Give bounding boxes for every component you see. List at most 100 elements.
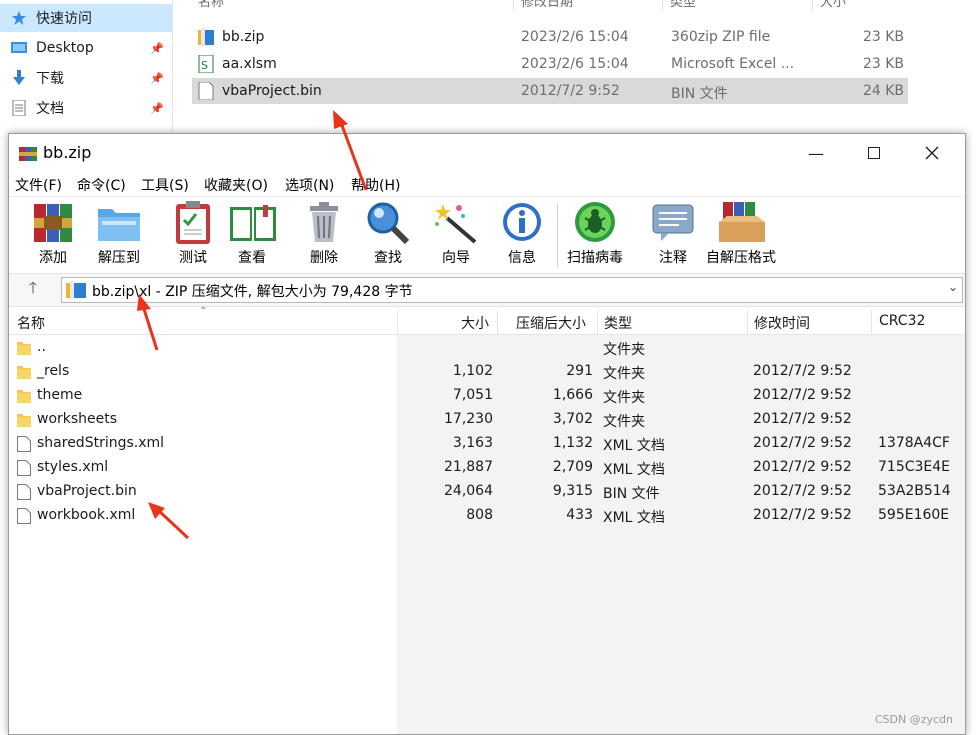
pin-icon[interactable]: 📌 [150,72,164,85]
column-divider[interactable] [871,310,872,334]
cell-modified: 2012/7/2 9:52 [753,459,852,475]
file-row[interactable]: S aa.xlsm 2023/2/6 15:04 Microsoft Excel… [192,51,908,77]
column-divider[interactable] [812,0,813,12]
cell-name: sharedStrings.xml [37,435,165,451]
info-button[interactable]: 信息 [498,199,546,269]
add-button[interactable]: 添加 [29,199,77,269]
file-row[interactable]: styles.xml 21,887 2,709 XML 文档 2012/7/2 9:52… [9,456,965,480]
file-row[interactable]: bb.zip 2023/2/6 15:04 360zip ZIP file 23… [192,24,908,50]
folder-row[interactable]: .. 文件夹 [9,336,965,360]
virus-scan-button[interactable]: 扫描病毒 [567,199,623,269]
file-icon [17,460,31,476]
column-divider[interactable] [397,310,398,334]
sfx-button[interactable]: 自解压格式 [706,199,776,269]
cell-type: 文件夹 [603,342,645,358]
column-header-type[interactable]: 类型 [670,0,696,10]
file-size: 23 KB [862,56,904,72]
winrar-icon [19,144,37,162]
column-header-crc[interactable]: CRC32 [879,313,925,329]
folder-row[interactable]: theme 7,051 1,666 文件夹 2012/7/2 9:52 [9,384,965,408]
delete-button[interactable]: 删除 [300,199,348,269]
sfx-box-icon [717,199,765,245]
column-header-modified[interactable]: 修改时间 [754,313,810,333]
pane-divider [172,0,173,140]
menu-file[interactable]: 文件(F) [15,175,62,195]
file-list-header: 名称 修改日期 类型 大小 [190,0,976,12]
menu-favorites[interactable]: 收藏夹(O) [204,175,268,195]
nav-item-quick-access[interactable]: 快速访问 [0,4,172,32]
column-header-size[interactable]: 大小 [461,313,489,333]
file-name: vbaProject.bin [222,83,322,99]
column-divider[interactable] [513,0,514,12]
cell-size: 17,230 [444,411,493,427]
cell-name: styles.xml [37,459,109,475]
column-divider[interactable] [747,310,748,334]
cell-name: theme [37,387,83,403]
menu-commands[interactable]: 命令(C) [77,175,126,195]
column-header-name[interactable]: 名称 [198,0,224,10]
file-row-selected[interactable]: vbaProject.bin 2012/7/2 9:52 BIN 文件 24 K… [192,78,908,104]
view-book-icon [228,199,276,245]
cell-name: workbook.xml [37,507,136,523]
winrar-window: bb.zip — 文件(F) 命令(C) 工具(S) 收藏夹(O) 选项(N) … [8,133,966,735]
menu-help[interactable]: 帮助(H) [351,175,400,195]
cell-type: XML 文档 [603,510,665,526]
minimize-button[interactable]: — [787,134,845,172]
nav-item-documents[interactable]: 文档 📌 [0,94,172,122]
file-date: 2023/2/6 15:04 [521,29,629,45]
column-divider[interactable] [662,0,663,12]
file-row[interactable]: sharedStrings.xml 3,163 1,132 XML 文档 2012/7/… [9,432,965,456]
path-combobox[interactable]: bb.zip\xl - ZIP 压缩文件, 解包大小为 79,428 字节 ⌄ [61,277,963,303]
cell-packed: 291 [566,363,593,379]
maximize-button[interactable] [845,134,903,172]
pin-icon[interactable]: 📌 [150,102,164,115]
desktop-icon [10,40,28,56]
file-name: bb.zip [222,29,265,45]
file-icon [17,484,31,500]
nav-item-downloads[interactable]: 下载 📌 [0,64,172,92]
close-button[interactable] [903,134,961,172]
column-header-type[interactable]: 类型 [604,313,632,333]
toolbar-separator [557,203,558,267]
nav-item-label: 快速访问 [36,11,92,27]
cell-size: 21,887 [444,459,493,475]
cell-name: .. [37,339,46,355]
path-text: bb.zip\xl - ZIP 压缩文件, 解包大小为 79,428 字节 [92,284,413,300]
wizard-button[interactable]: 向导 [432,199,480,269]
up-arrow-icon[interactable]: 🡑 [17,278,49,301]
column-header-date[interactable]: 修改日期 [521,0,573,10]
menu-tools[interactable]: 工具(S) [141,175,189,195]
comment-icon [649,199,697,245]
magnifier-icon [364,199,412,245]
navigation-pane: 快速访问 Desktop 📌 下载 📌 文档 📌 [0,0,172,140]
column-divider[interactable] [497,310,498,334]
column-header-packed[interactable]: 压缩后大小 [516,313,586,333]
nav-item-label: 文档 [36,101,64,117]
file-row[interactable]: vbaProject.bin 24,064 9,315 BIN 文件 2012/7/2 … [9,480,965,504]
pin-icon[interactable]: 📌 [150,42,164,55]
find-button[interactable]: 查找 [364,199,412,269]
virus-scan-icon [571,199,619,245]
menu-options[interactable]: 选项(N) [285,175,334,195]
column-header-name[interactable]: 名称 [17,313,45,333]
cell-crc: 595E160E [878,507,950,523]
file-type: 360zip ZIP file [671,29,771,45]
add-archive-icon [29,199,77,245]
cell-packed: 2,709 [552,459,593,475]
nav-item-desktop[interactable]: Desktop 📌 [0,34,172,62]
view-button[interactable]: 查看 [228,199,276,269]
folder-row[interactable]: _rels 1,102 291 文件夹 2012/7/2 9:52 [9,360,965,384]
column-header-size[interactable]: 大小 [820,0,846,10]
cell-size: 808 [466,507,493,523]
extract-to-button[interactable]: 解压到 [95,199,143,269]
test-button[interactable]: 测试 [169,199,217,269]
folder-row[interactable]: worksheets 17,230 3,702 文件夹 2012/7/2 9:52 [9,408,965,432]
column-divider[interactable] [597,310,598,334]
info-icon [498,199,546,245]
folder-icon [17,340,31,356]
svg-text:S: S [201,59,208,72]
comment-button[interactable]: 注释 [649,199,697,269]
file-row[interactable]: workbook.xml 808 433 XML 文档 2012/7/2 9:52 595… [9,504,965,528]
chevron-down-icon[interactable]: ⌄ [948,280,958,294]
title-bar[interactable]: bb.zip — [9,134,965,172]
